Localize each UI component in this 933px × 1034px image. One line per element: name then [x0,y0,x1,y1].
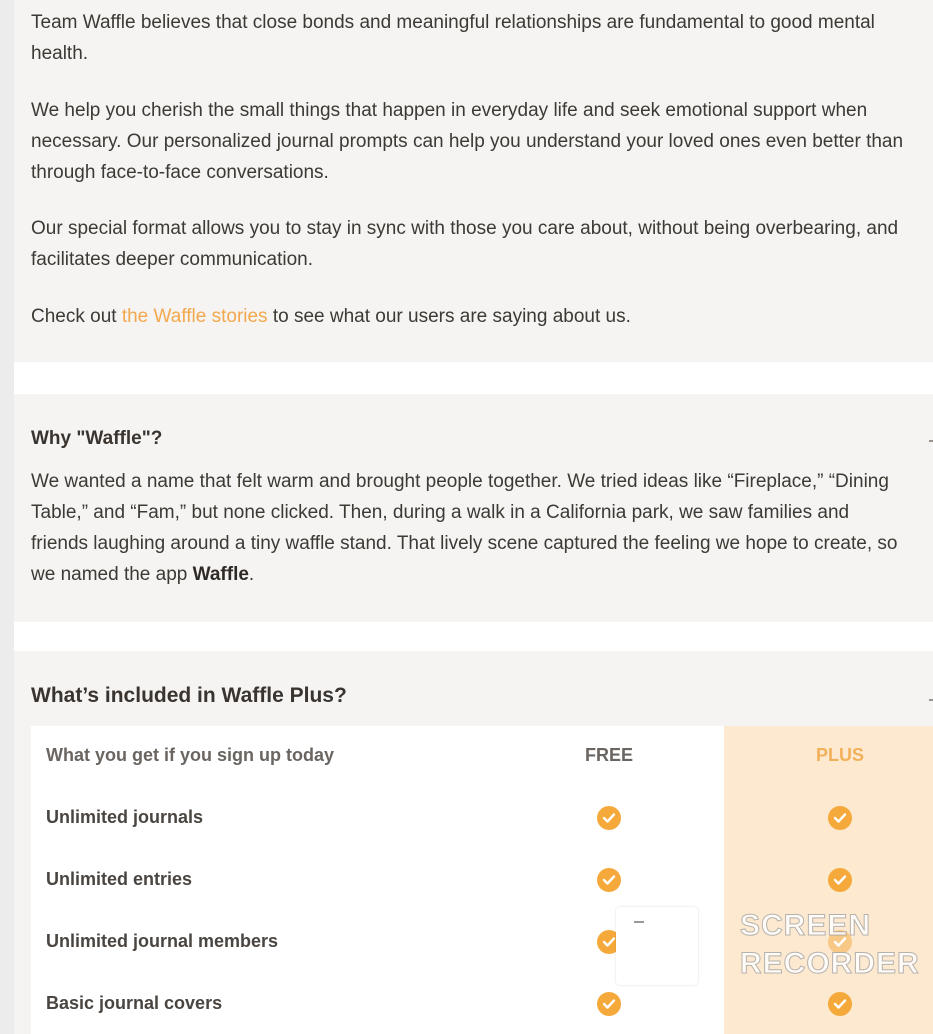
screen-recorder-watermark: SCREEN RECORDER [616,907,926,987]
recorder-camera-icon [616,907,698,985]
table-row-label: Unlimited entries [46,869,193,889]
about-paragraph-4: Check out the Waffle stories to see what… [31,301,911,332]
stories-intro-text: Check out [31,306,122,327]
comparison-table: What you get if you sign up today FREE P… [31,726,933,1034]
stories-outro-text: to see what our users are saying about u… [267,306,631,327]
about-section: Team Waffle believes that close bonds an… [14,0,933,362]
why-waffle-body: We wanted a name that felt warm and brou… [31,466,911,590]
page: Team Waffle believes that close bonds an… [14,0,933,1034]
check-circle-icon [828,992,852,1016]
check-circle-icon [828,806,852,830]
why-body-text: We wanted a name that felt warm and brou… [31,471,898,585]
table-header-label: What you get if you sign up today [46,745,334,765]
free-column-title: FREE [584,745,634,765]
waffle-plus-heading[interactable]: What’s included in Waffle Plus? [31,684,347,708]
watermark-line-1: SCREEN [739,909,872,943]
plus-column-title: PLUS [815,745,865,765]
about-paragraph-2: We help you cherish the small things tha… [31,100,904,183]
watermark-line-2: RECORDER [740,947,920,981]
about-paragraph-3: Our special format allows you to stay in… [31,218,899,270]
check-circle-icon [828,868,852,892]
table-row-label: Unlimited journals [46,807,204,827]
waffle-stories-link[interactable]: the Waffle stories [122,306,268,327]
why-body-bold-name: Waffle [192,564,249,585]
check-circle-icon [597,806,621,830]
table-row-label: Unlimited journal members [46,931,279,951]
why-waffle-heading[interactable]: Why "Waffle"? [31,428,162,450]
why-body-end: . [248,564,255,585]
collapse-toggle-icon[interactable] [929,699,933,701]
why-waffle-section: Why "Waffle"? We wanted a name that felt… [14,394,933,622]
about-paragraph-1: Team Waffle believes that close bonds an… [31,12,875,64]
collapse-toggle-icon[interactable] [929,440,933,442]
check-circle-icon [597,992,621,1016]
table-row-label: Basic journal covers [46,993,223,1013]
check-circle-icon [597,868,621,892]
